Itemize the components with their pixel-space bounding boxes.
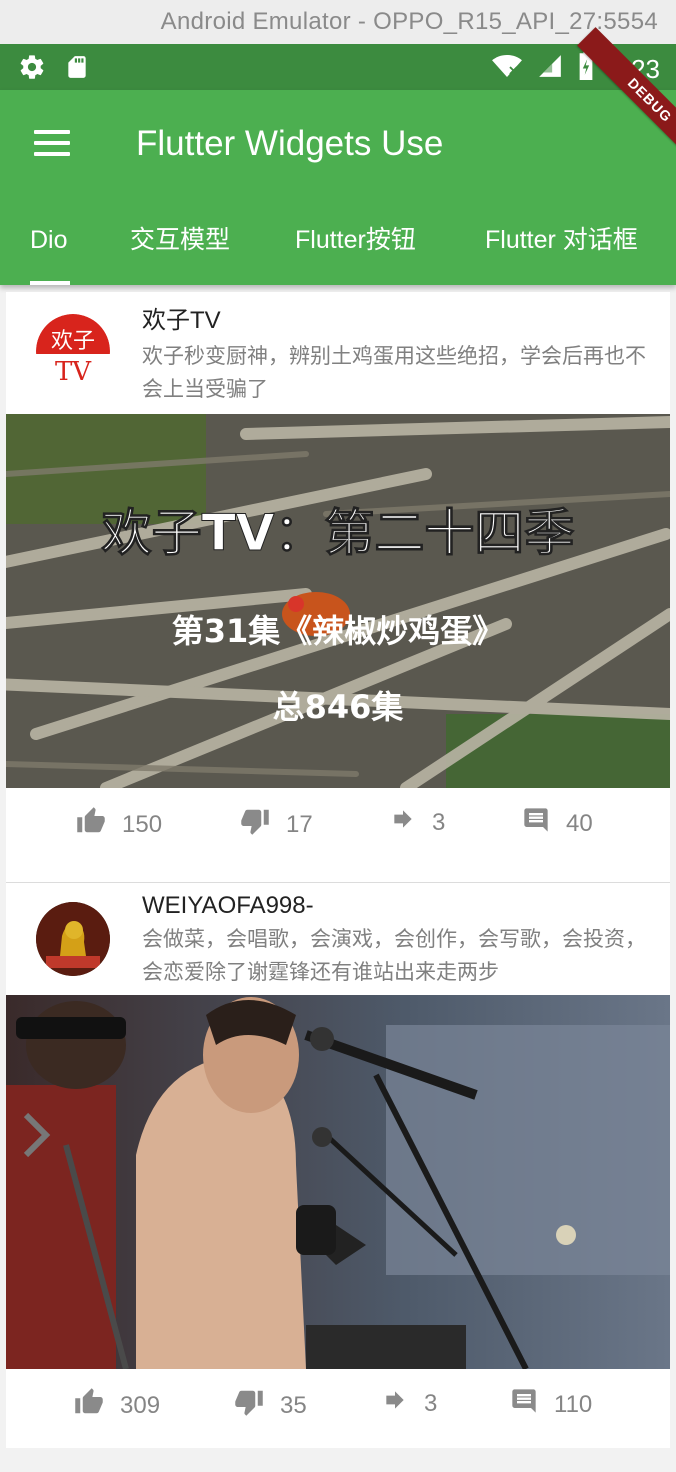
avatar[interactable]: 欢子 TV <box>36 314 110 388</box>
thumb-up-icon <box>74 1387 104 1424</box>
comment-button[interactable]: 110 <box>510 1387 592 1422</box>
forward-arrow-icon <box>382 1387 408 1420</box>
dislike-count: 35 <box>280 1391 307 1419</box>
status-bar: 3:23 <box>0 44 676 90</box>
dislike-count: 17 <box>286 810 313 838</box>
tab-flutter-buttons[interactable]: Flutter按钮 <box>295 222 416 258</box>
avatar[interactable] <box>36 902 110 976</box>
share-button[interactable]: 3 <box>390 806 445 839</box>
post-card[interactable]: 欢子 TV 欢子TV 欢子秒变厨神，辨别土鸡蛋用这些绝招，学会后再也不会上当受骗… <box>6 292 670 882</box>
thumbnail-title: 欢子TV：第二十四季 <box>101 504 575 562</box>
forward-arrow-icon <box>390 806 416 839</box>
avatar-brand-text: 欢子 <box>51 329 95 354</box>
like-button[interactable]: 150 <box>76 806 162 843</box>
thumb-down-icon <box>240 806 270 843</box>
menu-icon[interactable] <box>34 130 70 156</box>
post-author[interactable]: 欢子TV <box>142 306 221 336</box>
tab-interaction-model[interactable]: 交互模型 <box>130 222 230 258</box>
share-count: 3 <box>424 1389 438 1417</box>
tab-dio[interactable]: Dio <box>30 222 68 258</box>
video-thumbnail[interactable] <box>6 995 670 1369</box>
post-actions: 309 35 3 110 <box>6 1387 670 1447</box>
comment-count: 40 <box>566 809 593 837</box>
thumb-down-icon <box>234 1387 264 1424</box>
video-thumbnail[interactable]: 欢子TV：第二十四季 第31集《辣椒炒鸡蛋》 总846集 <box>6 414 670 788</box>
comment-count: 110 <box>554 1390 593 1418</box>
tab-bar: Dio 交互模型 Flutter按钮 Flutter 对话框 <box>0 208 676 285</box>
share-button[interactable]: 3 <box>382 1387 437 1420</box>
like-count: 150 <box>122 810 163 838</box>
thumbnail-episode: 第31集《辣椒炒鸡蛋》 <box>172 612 505 650</box>
post-author[interactable]: WEIYAOFA998- <box>142 891 314 921</box>
thumb-up-icon <box>76 806 106 843</box>
tab-flutter-dialogs[interactable]: Flutter 对话框 <box>485 222 638 258</box>
dislike-button[interactable]: 17 <box>240 806 313 843</box>
window-title: Android Emulator - OPPO_R15_API_27:5554 <box>0 0 676 44</box>
thumbnail-total: 总846集 <box>273 688 404 726</box>
post-actions: 150 17 3 40 <box>6 806 670 866</box>
dislike-button[interactable]: 35 <box>234 1387 307 1424</box>
avatar-brand-sub: TV <box>55 357 92 387</box>
page-title: Flutter Widgets Use <box>136 124 444 163</box>
comment-icon <box>510 1387 538 1422</box>
comment-button[interactable]: 40 <box>522 806 593 841</box>
share-count: 3 <box>432 808 446 836</box>
post-description: 会做菜，会唱歌，会演戏，会创作，会写歌，会投资，会恋爱除了谢霆锋还有谁站出来走两… <box>142 928 646 984</box>
post-card[interactable]: WEIYAOFA998- 会做菜，会唱歌，会演戏，会创作，会写歌，会投资，会恋爱… <box>6 883 670 1448</box>
sd-card-icon <box>64 53 90 86</box>
like-count: 309 <box>120 1391 161 1419</box>
tab-indicator <box>30 281 70 285</box>
post-description: 欢子秒变厨神，辨别土鸡蛋用这些绝招，学会后再也不会上当受骗了 <box>142 345 646 401</box>
comment-icon <box>522 806 550 841</box>
wifi-icon <box>491 53 523 84</box>
gear-icon <box>18 53 46 86</box>
like-button[interactable]: 309 <box>74 1387 160 1424</box>
signal-icon <box>537 53 563 84</box>
app-bar: Flutter Widgets Use Dio 交互模型 Flutter按钮 F… <box>0 90 676 285</box>
